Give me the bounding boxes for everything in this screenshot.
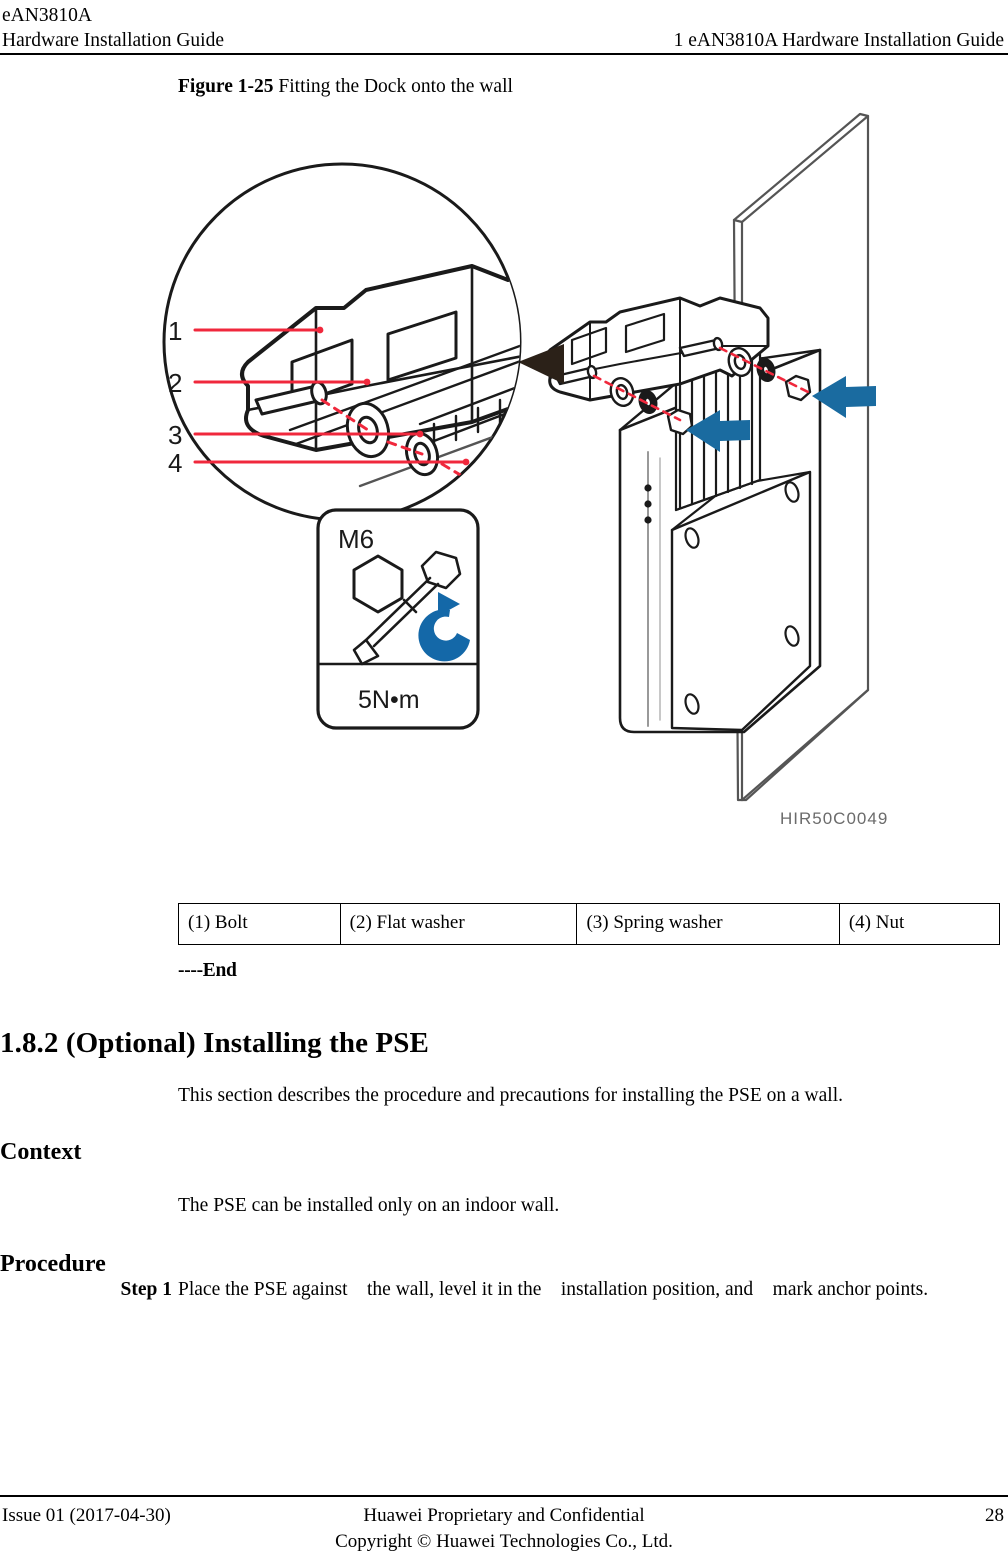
torque-value-label: 5N•m: [358, 686, 420, 714]
figure-caption: Figure 1-25 Fitting the Dock onto the wa…: [178, 74, 513, 100]
header-rule: [0, 53, 1008, 55]
procedure-heading: Procedure: [0, 1251, 106, 1277]
legend-cell-nut: (4) Nut: [838, 903, 1001, 945]
legend-cell-spring-washer: (3) Spring washer: [576, 903, 840, 945]
table-row: (1) Bolt (2) Flat washer (3) Spring wash…: [178, 903, 1001, 945]
header-left-line1: eAN3810A: [2, 5, 92, 26]
figure-number: Figure 1-25: [178, 76, 274, 97]
section-intro-paragraph: This section describes the procedure and…: [178, 1085, 843, 1106]
end-marker: ----End: [178, 960, 237, 981]
magnifier-pointer-icon: [518, 344, 564, 384]
parts-legend-table: (1) Bolt (2) Flat washer (3) Spring wash…: [178, 903, 1001, 945]
header-left-line2: Hardware Installation Guide: [2, 30, 225, 51]
callout-number-2: 2: [168, 368, 182, 398]
context-paragraph: The PSE can be installed only on an indo…: [178, 1195, 560, 1216]
footer-copyright: Copyright © Huawei Technologies Co., Ltd…: [335, 1531, 673, 1552]
torque-thread-label: M6: [338, 524, 374, 554]
figure-art-id: HIR50C0049: [780, 809, 888, 828]
context-heading: Context: [0, 1139, 82, 1165]
legend-cell-bolt: (1) Bolt: [178, 903, 341, 945]
footer-confidential: Huawei Proprietary and Confidential: [363, 1505, 645, 1526]
callout-number-3: 3: [168, 420, 182, 450]
header-left: eAN3810A Hardware Installation Guide: [2, 3, 224, 53]
section-heading: 1.8.2 (Optional) Installing the PSE: [0, 1027, 429, 1059]
footer-page-number: 28: [985, 1505, 1004, 1526]
callout-number-1: 1: [168, 316, 182, 346]
step-label: Step 1: [120, 1279, 172, 1300]
header-right: 1 eAN3810A Hardware Installation Guide: [673, 30, 1004, 51]
step-text: Place the PSE against the wall, level it…: [178, 1279, 929, 1300]
torque-spec-box: M6 5N•m: [316, 508, 480, 730]
footer-rule: [0, 1495, 1008, 1497]
figure-caption-text: Fitting the Dock onto the wall: [278, 76, 513, 97]
callout-number-4: 4: [168, 448, 182, 478]
page-header: eAN3810A Hardware Installation Guide 1 eA…: [0, 0, 1008, 55]
figure-illustration: 1 2 3 4 M6 5N•m HIR50C0049: [120, 100, 980, 860]
page-footer: Issue 01 (2017-04-30) Huawei Proprietary…: [0, 1495, 1008, 1567]
legend-cell-flat-washer: (2) Flat washer: [339, 903, 578, 945]
